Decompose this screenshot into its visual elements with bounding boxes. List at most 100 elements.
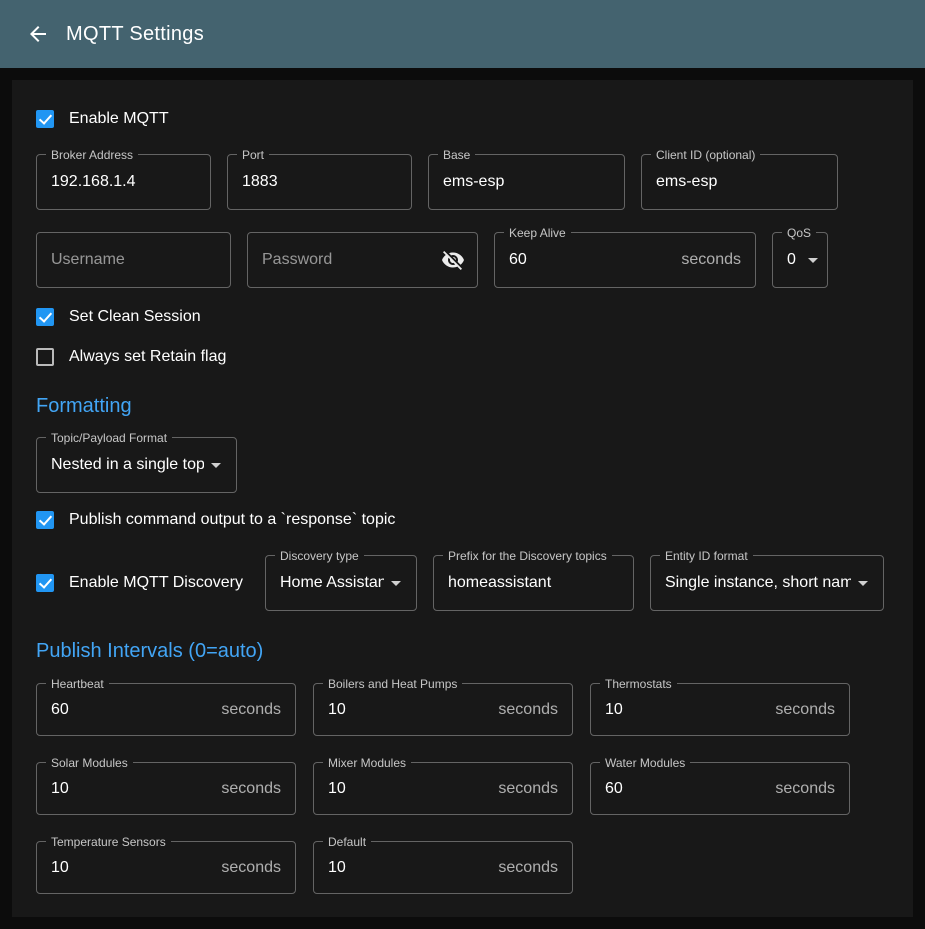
password-input[interactable]	[262, 251, 441, 269]
field-label: Default	[323, 835, 371, 849]
discovery-prefix-input[interactable]	[448, 574, 619, 592]
publish-response-checkbox[interactable]: Publish command output to a `response` t…	[36, 511, 395, 529]
thermostats-interval-field[interactable]: Thermostats seconds	[590, 683, 850, 736]
seconds-suffix: seconds	[490, 701, 558, 719]
client-id-field[interactable]: Client ID (optional)	[641, 154, 838, 210]
temperature-input[interactable]	[51, 859, 213, 877]
field-label: Entity ID format	[660, 549, 753, 563]
water-interval-field[interactable]: Water Modules seconds	[590, 762, 850, 815]
checkbox-icon	[36, 348, 54, 366]
field-label: Discovery type	[275, 549, 364, 563]
field-label: QoS	[782, 226, 816, 240]
field-label: Broker Address	[46, 148, 138, 162]
seconds-suffix: seconds	[213, 780, 281, 798]
checkbox-icon	[36, 511, 54, 529]
dropdown-caret-icon	[851, 571, 875, 595]
field-label: Port	[237, 148, 269, 162]
checkbox-icon	[36, 308, 54, 326]
base-field[interactable]: Base	[428, 154, 625, 210]
app-bar: MQTT Settings	[0, 0, 925, 68]
field-label: Keep Alive	[504, 226, 571, 240]
discovery-prefix-field[interactable]: Prefix for the Discovery topics	[433, 555, 634, 611]
selected-value: Single instance, short name	[665, 574, 851, 592]
heartbeat-input[interactable]	[51, 701, 213, 719]
formatting-section-heading: Formatting	[36, 394, 889, 418]
temperature-interval-field[interactable]: Temperature Sensors seconds	[36, 841, 296, 894]
visibility-off-icon	[441, 248, 465, 272]
field-label: Mixer Modules	[323, 756, 411, 770]
seconds-suffix: seconds	[767, 701, 835, 719]
field-label: Boilers and Heat Pumps	[323, 677, 462, 691]
retain-flag-checkbox[interactable]: Always set Retain flag	[36, 348, 226, 366]
seconds-suffix: seconds	[673, 251, 741, 269]
page-title: MQTT Settings	[66, 23, 204, 46]
checkbox-icon	[36, 110, 54, 128]
topic-format-row: Topic/Payload Format Nested in a single …	[36, 437, 889, 493]
settings-panel: Enable MQTT Broker Address Port Base Cli…	[12, 80, 913, 917]
field-label: Topic/Payload Format	[46, 431, 172, 445]
field-label: Base	[438, 148, 475, 162]
qos-select[interactable]: QoS 0	[772, 232, 828, 288]
checkbox-label: Publish command output to a `response` t…	[69, 511, 395, 529]
checkbox-icon	[36, 574, 54, 592]
password-field[interactable]	[247, 232, 478, 288]
publish-intervals-section-heading: Publish Intervals (0=auto)	[36, 639, 889, 663]
field-label: Temperature Sensors	[46, 835, 171, 849]
checkbox-label: Set Clean Session	[69, 308, 201, 326]
field-label: Client ID (optional)	[651, 148, 760, 162]
boilers-input[interactable]	[328, 701, 490, 719]
water-input[interactable]	[605, 780, 767, 798]
field-label: Prefix for the Discovery topics	[443, 549, 612, 563]
seconds-suffix: seconds	[767, 780, 835, 798]
selected-value: Home Assistant	[280, 574, 384, 592]
enable-mqtt-checkbox[interactable]: Enable MQTT	[36, 110, 169, 128]
mixer-input[interactable]	[328, 780, 490, 798]
back-button[interactable]	[26, 22, 50, 46]
field-label: Water Modules	[600, 756, 690, 770]
solar-interval-field[interactable]: Solar Modules seconds	[36, 762, 296, 815]
checkbox-label: Enable MQTT	[69, 110, 169, 128]
dropdown-caret-icon	[801, 248, 825, 272]
broker-settings-row: Broker Address Port Base Client ID (opti…	[36, 154, 889, 210]
broker-address-field[interactable]: Broker Address	[36, 154, 211, 210]
topic-payload-format-select[interactable]: Topic/Payload Format Nested in a single …	[36, 437, 237, 493]
field-label: Heartbeat	[46, 677, 109, 691]
thermostats-input[interactable]	[605, 701, 767, 719]
username-input[interactable]	[51, 251, 216, 269]
heartbeat-interval-field[interactable]: Heartbeat seconds	[36, 683, 296, 736]
field-label: Thermostats	[600, 677, 677, 691]
port-field[interactable]: Port	[227, 154, 412, 210]
dropdown-caret-icon	[204, 453, 228, 477]
seconds-suffix: seconds	[213, 859, 281, 877]
username-field[interactable]	[36, 232, 231, 288]
default-input[interactable]	[328, 859, 490, 877]
default-interval-field[interactable]: Default seconds	[313, 841, 573, 894]
checkbox-label: Enable MQTT Discovery	[69, 574, 243, 592]
client-id-input[interactable]	[656, 173, 823, 191]
checkbox-label: Always set Retain flag	[69, 348, 226, 366]
mixer-interval-field[interactable]: Mixer Modules seconds	[313, 762, 573, 815]
credentials-row: Keep Alive seconds QoS 0	[36, 232, 889, 288]
clean-session-checkbox[interactable]: Set Clean Session	[36, 308, 201, 326]
dropdown-caret-icon	[384, 571, 408, 595]
enable-discovery-checkbox[interactable]: Enable MQTT Discovery	[36, 574, 243, 592]
seconds-suffix: seconds	[490, 780, 558, 798]
field-label: Solar Modules	[46, 756, 133, 770]
keep-alive-field[interactable]: Keep Alive seconds	[494, 232, 756, 288]
keep-alive-input[interactable]	[509, 251, 673, 269]
mqtt-discovery-row: Enable MQTT Discovery Discovery type Hom…	[36, 555, 889, 611]
broker-address-input[interactable]	[51, 173, 196, 191]
seconds-suffix: seconds	[213, 701, 281, 719]
selected-value: Nested in a single topic	[51, 456, 204, 474]
entity-id-format-select[interactable]: Entity ID format Single instance, short …	[650, 555, 884, 611]
solar-input[interactable]	[51, 780, 213, 798]
discovery-type-select[interactable]: Discovery type Home Assistant	[265, 555, 417, 611]
seconds-suffix: seconds	[490, 859, 558, 877]
arrow-back-icon	[26, 22, 50, 46]
selected-value: 0	[787, 251, 796, 269]
password-visibility-toggle[interactable]	[441, 248, 465, 272]
boilers-interval-field[interactable]: Boilers and Heat Pumps seconds	[313, 683, 573, 736]
base-input[interactable]	[443, 173, 610, 191]
publish-intervals-grid: Heartbeat seconds Boilers and Heat Pumps…	[36, 683, 889, 894]
port-input[interactable]	[242, 173, 397, 191]
